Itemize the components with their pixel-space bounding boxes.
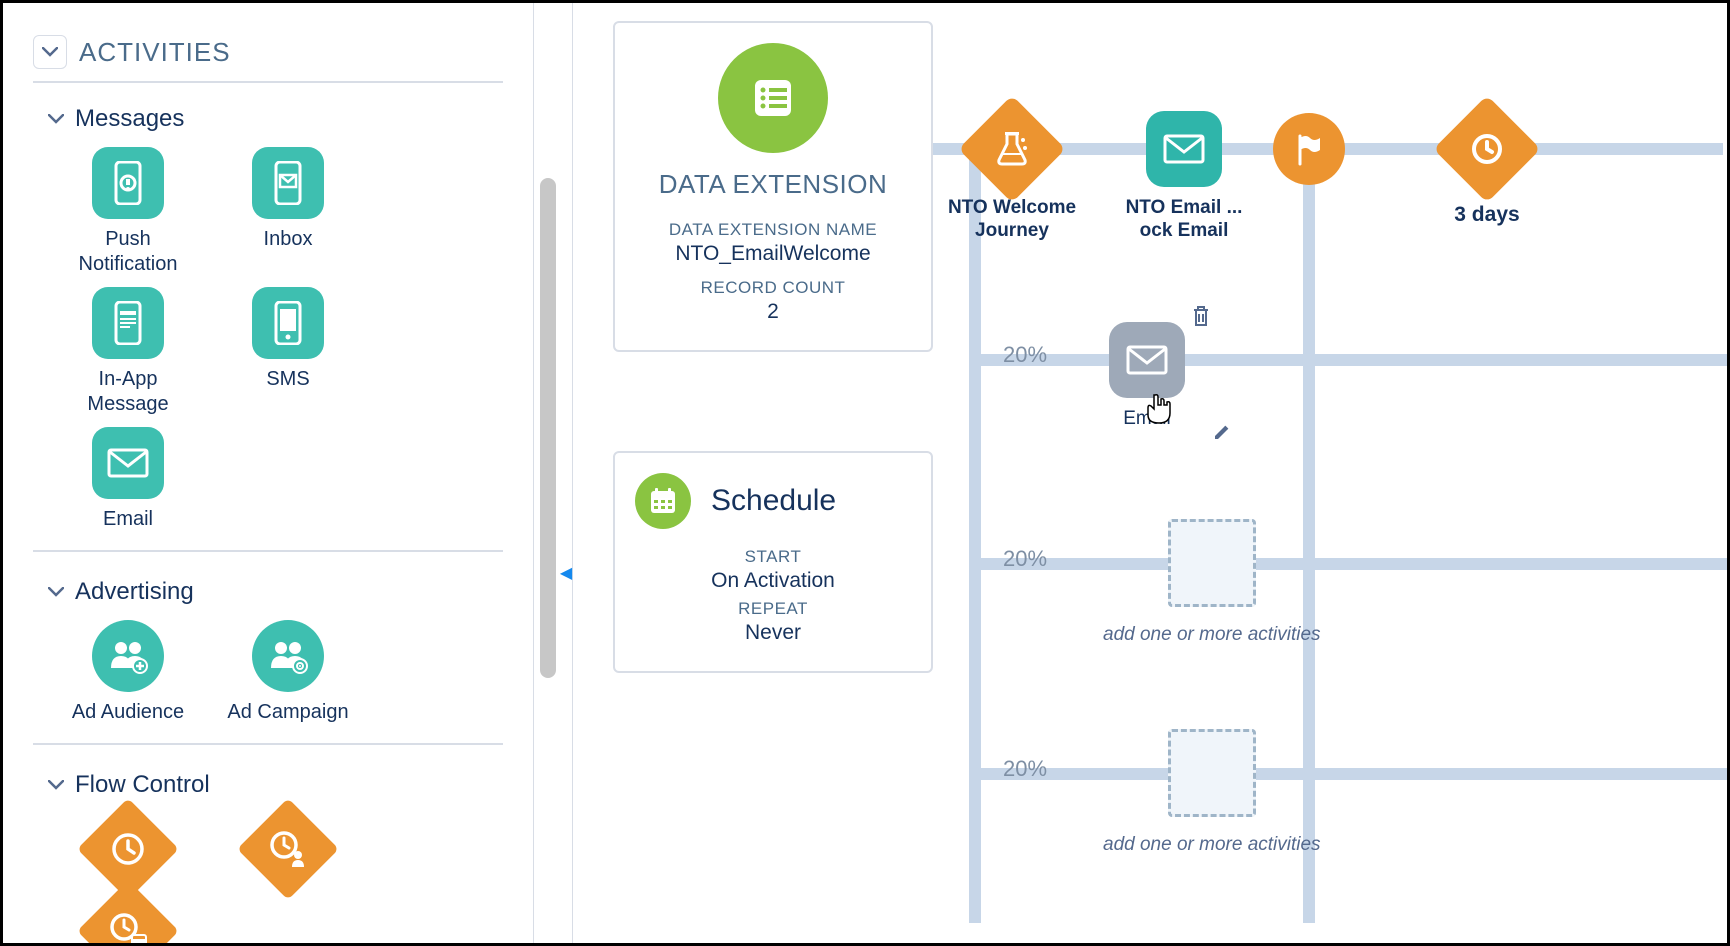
activities-header[interactable]: ACTIVITIES [33,23,503,83]
list-icon [718,43,828,153]
calendar-icon [635,473,691,529]
entry-label: NTO Welcome Journey [937,197,1087,243]
split-percent: 20% [1003,546,1047,572]
drop-target[interactable] [1168,729,1256,817]
chevron-down-icon [47,587,65,597]
activities-sidebar: ACTIVITIES Messages Push Notification [3,3,533,943]
panel-divider[interactable]: ◀ [533,3,573,943]
start-value: On Activation [635,569,911,593]
tile-label: Email [103,507,153,532]
drop-zone-1[interactable]: add one or more activities [1103,519,1321,648]
clock-person-icon [237,798,339,900]
de-count-value: 2 [767,300,779,324]
data-extension-title: DATA EXTENSION [659,169,888,200]
goal-node[interactable] [1273,113,1345,185]
chevron-down-icon [47,780,65,790]
sms-tile[interactable]: SMS [223,287,353,417]
advertising-header[interactable]: Advertising [33,560,503,620]
connector-line [969,143,981,923]
activities-title: ACTIVITIES [79,37,231,68]
email-node-label: NTO Email ... ock Email [1109,197,1259,243]
flow-wait-contact-tile[interactable] [223,813,353,885]
drop-zone-2[interactable]: add one or more activities [1103,729,1321,858]
schedule-title: Schedule [711,484,836,518]
de-name-value: NTO_EmailWelcome [675,242,870,266]
ad-audience-tile[interactable]: Ad Audience [63,620,193,725]
trash-icon[interactable] [1191,305,1211,327]
repeat-label: REPEAT [635,599,911,619]
entry-source-node[interactable]: NTO Welcome Journey [937,111,1087,243]
tile-label: Push Notification [63,227,193,277]
email-icon [92,427,164,499]
flow-wait-tile[interactable] [63,813,193,885]
drop-target[interactable] [1168,519,1256,607]
messages-section: Messages Push Notification Inbox [33,87,503,552]
split-percent: 20% [1003,756,1047,782]
inbox-tile[interactable]: Inbox [223,147,353,277]
tile-label: In-App Message [63,367,193,417]
ad-campaign-icon [252,620,324,692]
data-extension-card[interactable]: DATA EXTENSION DATA EXTENSION NAME NTO_E… [613,21,933,352]
ad-campaign-tile[interactable]: Ad Campaign [223,620,353,725]
connector-line [969,558,1727,570]
connector-line [969,768,1727,780]
schedule-card[interactable]: Schedule START On Activation REPEAT Neve… [613,451,933,673]
repeat-value: Never [635,621,911,645]
drop-text: add one or more activities [1103,623,1321,648]
in-app-message-icon [92,287,164,359]
flag-icon [1273,113,1345,185]
de-count-label: RECORD COUNT [701,278,846,298]
email-icon [1109,322,1185,398]
pencil-icon[interactable] [1213,423,1231,441]
tile-label: Ad Audience [72,700,184,725]
push-notification-tile[interactable]: Push Notification [63,147,193,277]
wait-label: 3 days [1454,203,1519,227]
email-tile[interactable]: Email [63,427,193,532]
clock-calendar-icon [77,880,179,943]
tile-label: Ad Campaign [227,700,348,725]
wait-node[interactable]: 3 days [1449,111,1525,227]
inbox-icon [252,147,324,219]
split-percent: 20% [1003,342,1047,368]
flow-control-header[interactable]: Flow Control [33,753,503,813]
scrollbar-thumb[interactable] [540,178,556,678]
tile-label: Inbox [264,227,313,252]
dragged-label: Email [1123,408,1171,431]
advertising-section: Advertising Ad Audience Ad Campaign [33,560,503,745]
ad-audience-icon [92,620,164,692]
flow-wait-date-tile[interactable] [63,895,193,943]
start-label: START [635,547,911,567]
drop-text: add one or more activities [1103,833,1321,858]
push-notification-icon [92,147,164,219]
tile-label: SMS [266,367,309,392]
connector-line [969,354,1727,366]
email-activity-node[interactable]: NTO Email ... ock Email [1109,111,1259,243]
email-icon [1146,111,1222,187]
journey-canvas[interactable]: DATA EXTENSION DATA EXTENSION NAME NTO_E… [573,3,1727,943]
flow-control-title: Flow Control [75,771,210,799]
messages-header[interactable]: Messages [33,87,503,147]
chevron-down-icon[interactable] [33,35,67,69]
de-name-label: DATA EXTENSION NAME [669,220,877,240]
in-app-message-tile[interactable]: In-App Message [63,287,193,417]
chevron-down-icon [47,114,65,124]
flow-control-section: Flow Control [33,753,503,943]
sms-icon [252,287,324,359]
clock-icon [1433,95,1540,202]
messages-title: Messages [75,105,184,133]
advertising-title: Advertising [75,578,194,606]
beaker-icon [958,95,1065,202]
email-dragged-node[interactable]: Email [1109,322,1185,431]
